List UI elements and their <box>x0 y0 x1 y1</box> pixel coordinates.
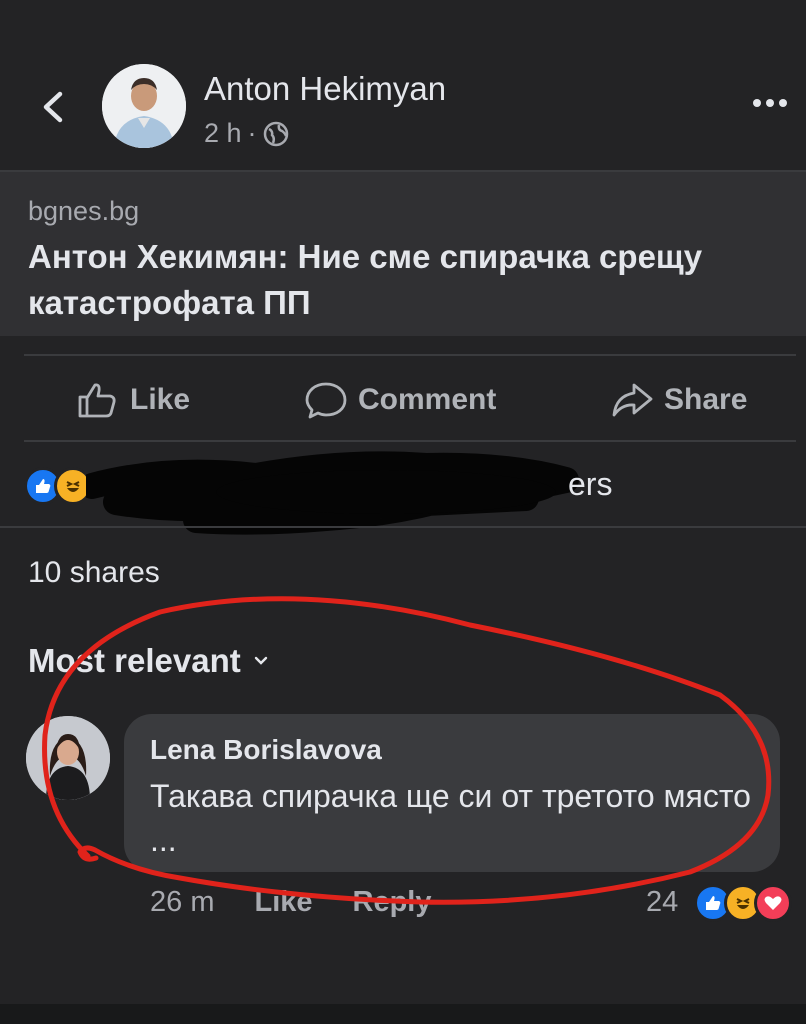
share-icon <box>612 383 653 417</box>
meta-separator: · <box>247 118 257 148</box>
comment-time[interactable]: 26 m <box>150 886 214 919</box>
divider <box>24 354 796 356</box>
like-button-label: Like <box>130 383 191 416</box>
comment-button-label: Comment <box>358 383 497 416</box>
shares-count[interactable]: 10 shares <box>28 556 160 590</box>
comment-reaction-count[interactable]: 24 <box>646 886 678 919</box>
comment-text: Такава спирачка ще си от третото място .… <box>150 778 751 858</box>
link-headline[interactable]: Антон Хекимян: Ние сме спирачка срещу ка… <box>28 234 768 326</box>
reactions-summary[interactable] <box>24 466 92 506</box>
comment-sort-dropdown[interactable]: Most relevant <box>28 642 269 680</box>
globe-icon <box>263 121 288 146</box>
chevron-left-icon[interactable] <box>34 82 74 132</box>
share-button-label: Share <box>664 383 748 416</box>
divider <box>0 526 806 528</box>
post-time[interactable]: 2 h <box>204 118 242 149</box>
commenter-photo <box>26 716 110 800</box>
love-reaction-icon <box>754 884 792 922</box>
comment-reactions[interactable] <box>694 884 792 922</box>
divider <box>24 440 796 442</box>
comment-button[interactable]: Comment <box>304 378 496 422</box>
thumbs-up-icon <box>78 383 116 418</box>
comment-actions: 26 m Like Reply <box>150 886 432 919</box>
comment-like-button[interactable]: Like <box>254 886 312 919</box>
author-avatar[interactable] <box>102 64 186 148</box>
chevron-down-icon <box>254 656 267 665</box>
comment-icon <box>305 382 347 419</box>
comment-reply-button[interactable]: Reply <box>353 886 432 919</box>
reactions-summary-text[interactable]: ers <box>568 466 612 503</box>
post-meta: 2 h · <box>204 118 289 149</box>
post-author-name[interactable]: Anton Hekimyan <box>204 70 446 108</box>
comment-sort-label: Most relevant <box>28 642 241 679</box>
share-button[interactable]: Share <box>610 378 747 422</box>
bottom-bar <box>0 1004 806 1024</box>
commenter-name[interactable]: Lena Borislavova <box>150 734 382 766</box>
more-horizontal-icon[interactable] <box>748 88 792 118</box>
author-photo <box>102 64 186 148</box>
like-button[interactable]: Like <box>76 378 190 422</box>
link-source: bgnes.bg <box>28 196 140 226</box>
commenter-avatar[interactable] <box>26 716 110 800</box>
redaction-scribble <box>86 451 579 535</box>
